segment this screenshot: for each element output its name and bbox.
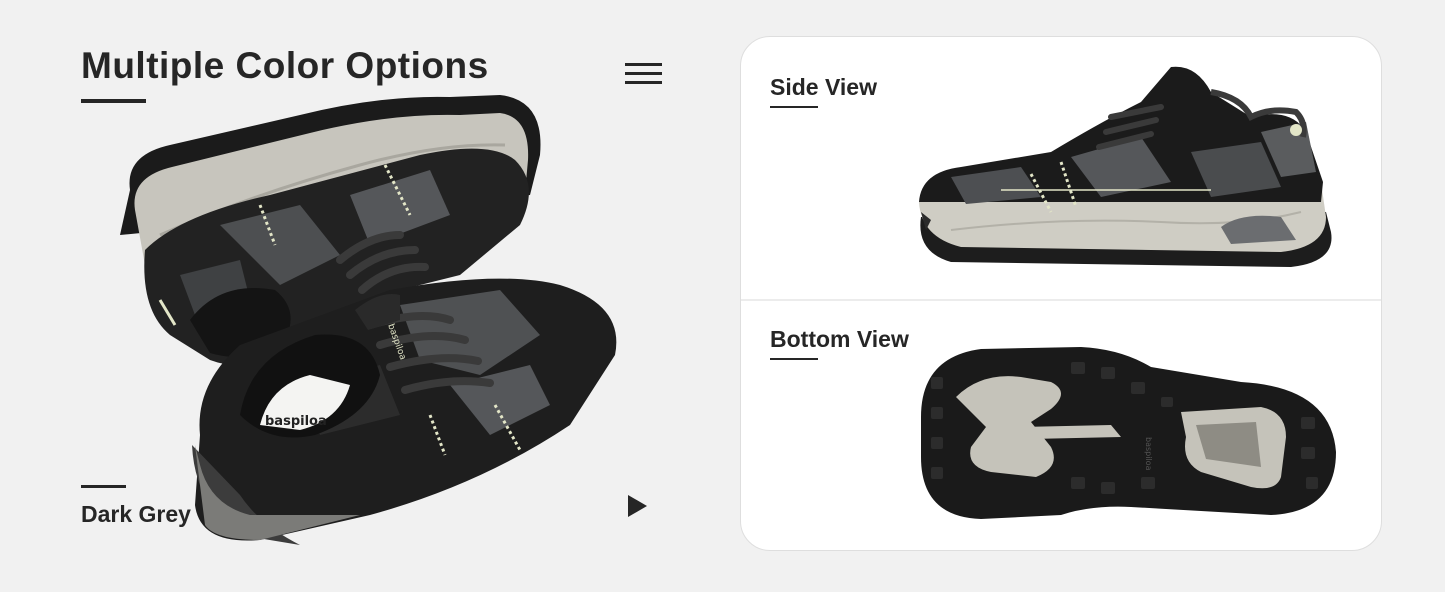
svg-text:baspiloa: baspiloa	[1144, 437, 1153, 471]
hero-shoe-image: baspiloa baspiloa	[120, 95, 617, 545]
page-title: Multiple Color Options	[81, 45, 489, 86]
hamburger-menu-icon[interactable]	[625, 63, 662, 85]
views-card: Side View Bottom View baspiloa	[740, 36, 1382, 551]
hero-section: Multiple Color Options baspiloa baspiloa…	[0, 0, 700, 592]
color-label-dash	[81, 485, 126, 488]
bottom-view-shoe-image: baspiloa	[921, 347, 1336, 519]
card-divider	[741, 299, 1381, 301]
play-triangle-icon[interactable]	[626, 494, 648, 518]
side-view-shoe-image	[919, 66, 1332, 267]
side-view-label: Side View	[770, 74, 877, 100]
insole-logo: baspiloa	[265, 414, 327, 429]
side-view-dash	[770, 106, 818, 108]
bottom-view-label: Bottom View	[770, 326, 909, 352]
product-page: Multiple Color Options baspiloa baspiloa…	[0, 0, 1445, 592]
bottom-view-dash	[770, 358, 818, 360]
color-option-label: Dark Grey	[81, 501, 191, 527]
